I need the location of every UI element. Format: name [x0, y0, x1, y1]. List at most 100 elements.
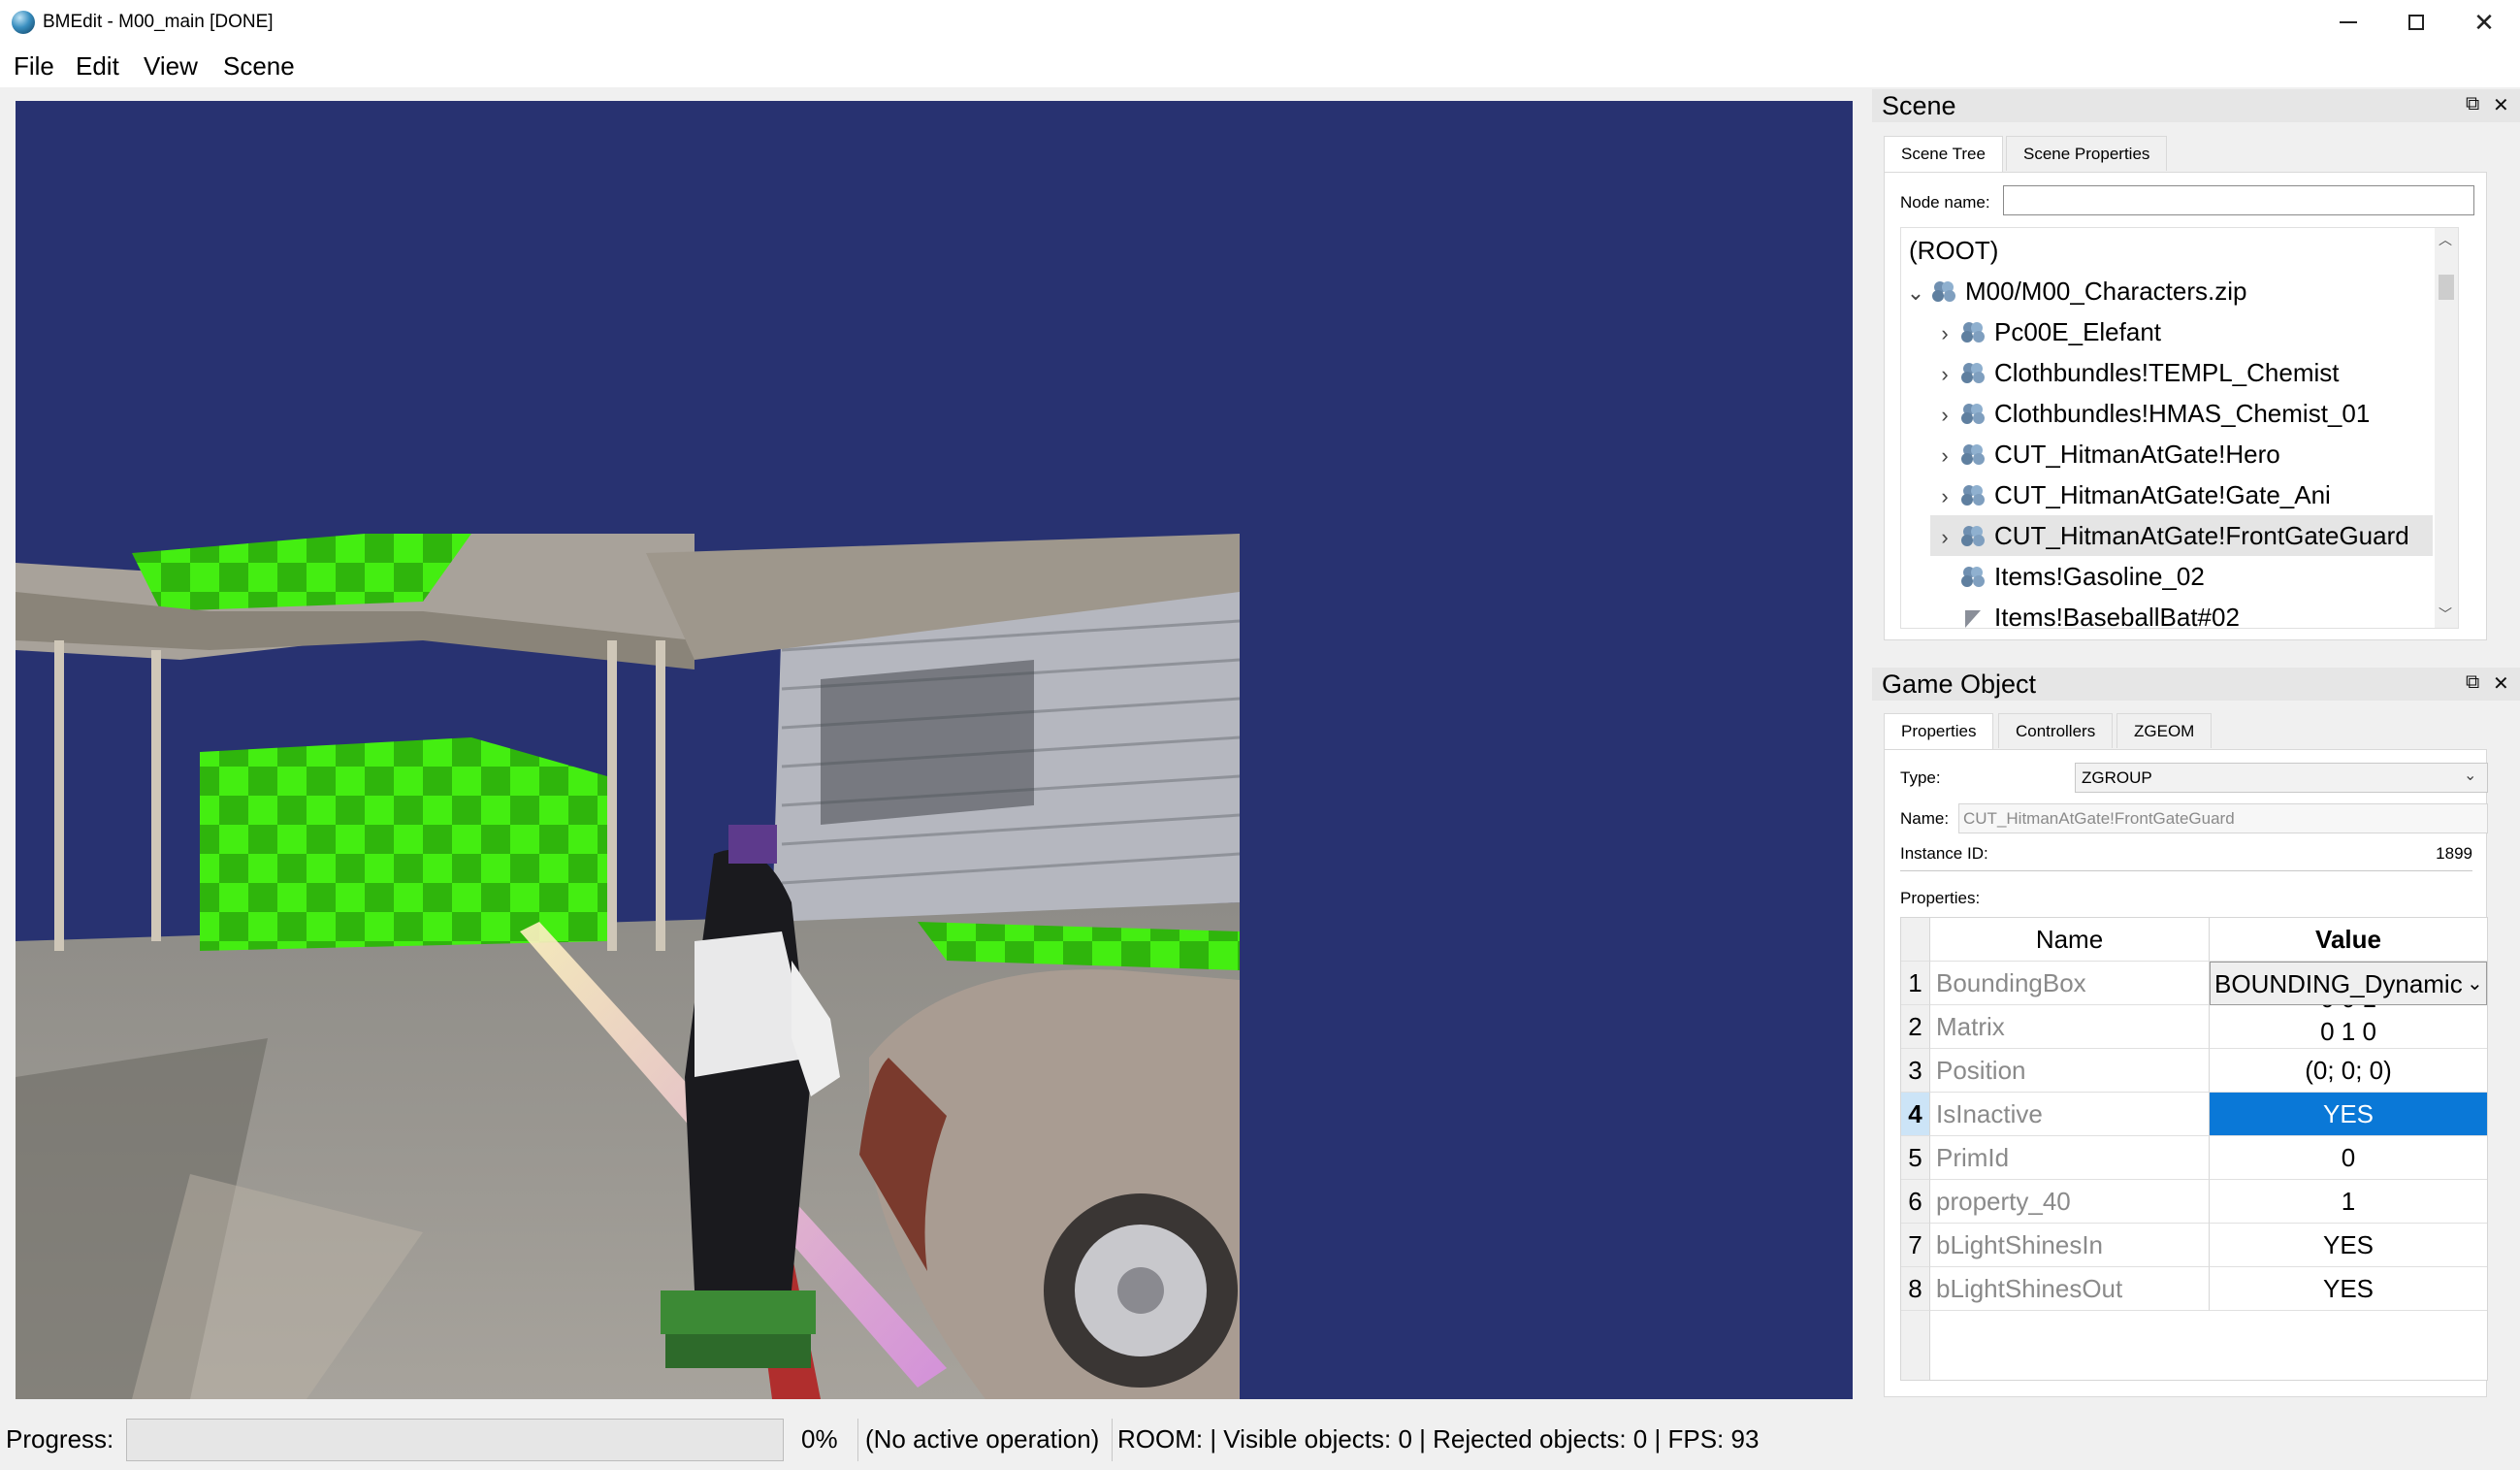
row-number: 3 [1901, 1049, 1930, 1093]
tree-item[interactable]: › Clothbundles!HMAS_Chemist_01 [1930, 393, 2370, 434]
close-icon: ✕ [2473, 7, 2495, 37]
property-value[interactable]: 1 [2210, 1180, 2487, 1224]
scrollbar-thumb[interactable] [2439, 275, 2454, 300]
tree-item[interactable]: › Clothbundles!TEMPL_Chemist [1930, 352, 2340, 395]
menu-scene[interactable]: Scene [217, 50, 301, 82]
scroll-down-icon[interactable]: ﹀ [2439, 604, 2452, 624]
property-name: IsInactive [1930, 1093, 2210, 1136]
type-value: ZGROUP [2082, 768, 2152, 787]
render-viewport[interactable] [16, 101, 1853, 1399]
property-name: bLightShinesOut [1930, 1267, 2210, 1311]
table-row[interactable]: 1 BoundingBox BOUNDING_Dynamic ⌄ [1901, 962, 2487, 1005]
chevron-right-icon[interactable]: › [1930, 476, 1959, 517]
chevron-down-icon[interactable]: ⌄ [1901, 273, 1930, 313]
tree-item-label: CUT_HitmanAtGate!FrontGateGuard [1994, 521, 2409, 550]
operation-status: (No active operation) [865, 1424, 1100, 1454]
tab-zgeom[interactable]: ZGEOM [2116, 713, 2213, 748]
tree-item[interactable]: › Pc00E_Elefant [1930, 311, 2161, 352]
property-value[interactable]: YES [2210, 1093, 2487, 1136]
row-number: 8 [1901, 1267, 1930, 1311]
header-corner [1901, 918, 1930, 962]
object-group-icon [1959, 317, 1987, 344]
tree-item[interactable]: › CUT_HitmanAtGate!Hero [1930, 434, 2280, 476]
tree-scrollbar[interactable]: ︿ ﹀ [2435, 228, 2458, 628]
node-name-input[interactable] [2003, 185, 2474, 215]
tree-item-label: M00/M00_Characters.zip [1965, 277, 2247, 306]
chevron-down-icon: ⌄ [2465, 963, 2483, 1004]
scene-tabs: Scene Tree Scene Properties [1884, 136, 2487, 173]
matrix-value[interactable]: 0 0 1 0 1 0 [2210, 1005, 2487, 1049]
tree-item[interactable]: Items!BaseballBat#02 [1959, 597, 2240, 628]
property-value[interactable]: YES [2210, 1267, 2487, 1311]
property-name: BoundingBox [1930, 962, 2210, 1005]
node-name-label: Node name: [1900, 193, 1990, 212]
game-object-panel: Type: ZGROUP ⌄ Name: CUT_HitmanAtGate!Fr… [1884, 749, 2488, 1397]
table-row[interactable]: 7 bLightShinesIn YES [1901, 1224, 2487, 1267]
property-value[interactable]: (0; 0; 0) [2210, 1049, 2487, 1093]
chevron-right-icon[interactable]: › [1930, 517, 1959, 558]
properties-table[interactable]: Name Value 1 BoundingBox BOUNDING_Dynami… [1900, 917, 2488, 1381]
property-value: 0 1 0 [2320, 1017, 2376, 1046]
tree-root[interactable]: (ROOT) [1909, 230, 1998, 271]
minimize-button[interactable] [2320, 0, 2376, 45]
tree-item[interactable]: › CUT_HitmanAtGate!Gate_Ani [1930, 474, 2330, 517]
property-value[interactable]: 0 [2210, 1136, 2487, 1180]
tree-item-label: Clothbundles!TEMPL_Chemist [1994, 358, 2340, 387]
chevron-right-icon[interactable]: › [1930, 436, 1959, 476]
tree-item-label: Items!Gasoline_02 [1994, 562, 2205, 591]
game-object-tabs: Properties Controllers ZGEOM [1884, 713, 2487, 750]
dock-close-icon[interactable]: ✕ [2493, 93, 2509, 117]
float-icon[interactable]: ⧉ [2466, 671, 2479, 694]
app-icon [12, 11, 35, 34]
property-value: 0 0 1 [2210, 1005, 2487, 1013]
tree-item-label: Pc00E_Elefant [1994, 317, 2162, 346]
property-name: bLightShinesIn [1930, 1224, 2210, 1267]
table-row[interactable]: 3 Position (0; 0; 0) [1901, 1049, 2487, 1093]
tree-item-selected[interactable]: › CUT_HitmanAtGate!FrontGateGuard [1930, 515, 2433, 556]
instance-id-label: Instance ID: [1900, 844, 1988, 863]
tree-item-archive[interactable]: ⌄ M00/M00_Characters.zip [1901, 271, 2247, 313]
chevron-right-icon[interactable]: › [1930, 313, 1959, 354]
minimize-icon [2340, 21, 2357, 23]
menu-view[interactable]: View [138, 50, 204, 82]
header-value[interactable]: Value [2210, 918, 2487, 962]
name-value: CUT_HitmanAtGate!FrontGateGuard [1963, 809, 2235, 828]
property-value[interactable]: YES [2210, 1224, 2487, 1267]
tab-scene-tree[interactable]: Scene Tree [1884, 136, 2003, 173]
scroll-up-icon[interactable]: ︿ [2439, 230, 2452, 249]
object-group-icon [1959, 480, 1987, 507]
object-group-icon [1959, 562, 1987, 589]
tab-scene-properties[interactable]: Scene Properties [2006, 136, 2168, 171]
float-icon[interactable]: ⧉ [2466, 93, 2479, 115]
table-row[interactable]: 2 Matrix 0 0 1 0 1 0 [1901, 1005, 2487, 1049]
tab-properties[interactable]: Properties [1884, 713, 1994, 750]
maximize-button[interactable] [2388, 0, 2444, 45]
window-title: BMEdit - M00_main [DONE] [43, 12, 274, 32]
table-row[interactable]: 8 bLightShinesOut YES [1901, 1267, 2487, 1311]
tab-controllers[interactable]: Controllers [1998, 713, 2114, 748]
row-number: 2 [1901, 1005, 1930, 1049]
name-field[interactable]: CUT_HitmanAtGate!FrontGateGuard [1958, 803, 2488, 833]
menu-edit[interactable]: Edit [70, 50, 125, 82]
menu-file[interactable]: File [8, 50, 60, 82]
chevron-right-icon[interactable]: › [1930, 354, 1959, 395]
table-row[interactable]: 5 PrimId 0 [1901, 1136, 2487, 1180]
progress-bar [126, 1419, 784, 1461]
dock-close-icon[interactable]: ✕ [2493, 671, 2509, 696]
table-row[interactable]: 6 property_40 1 [1901, 1180, 2487, 1224]
maximize-icon [2408, 15, 2424, 30]
tree-item[interactable]: Items!Gasoline_02 [1959, 556, 2205, 597]
table-row-selected[interactable]: 4 IsInactive YES [1901, 1093, 2487, 1136]
property-value: BOUNDING_Dynamic [2214, 969, 2463, 998]
close-button[interactable]: ✕ [2456, 0, 2512, 45]
object-group-icon [1959, 358, 1987, 385]
type-select[interactable]: ZGROUP ⌄ [2075, 763, 2488, 793]
row-number: 7 [1901, 1224, 1930, 1267]
object-group-icon [1930, 277, 1957, 304]
tree-item-label: CUT_HitmanAtGate!Hero [1994, 440, 2280, 469]
header-name[interactable]: Name [1930, 918, 2210, 962]
scene-tree[interactable]: (ROOT) ⌄ M00/M00_Characters.zip › Pc00E_El… [1900, 227, 2459, 629]
bounding-box-select[interactable]: BOUNDING_Dynamic ⌄ [2210, 962, 2487, 1005]
chevron-right-icon[interactable]: › [1930, 395, 1959, 436]
scene-dock-title: Scene [1882, 91, 1956, 120]
